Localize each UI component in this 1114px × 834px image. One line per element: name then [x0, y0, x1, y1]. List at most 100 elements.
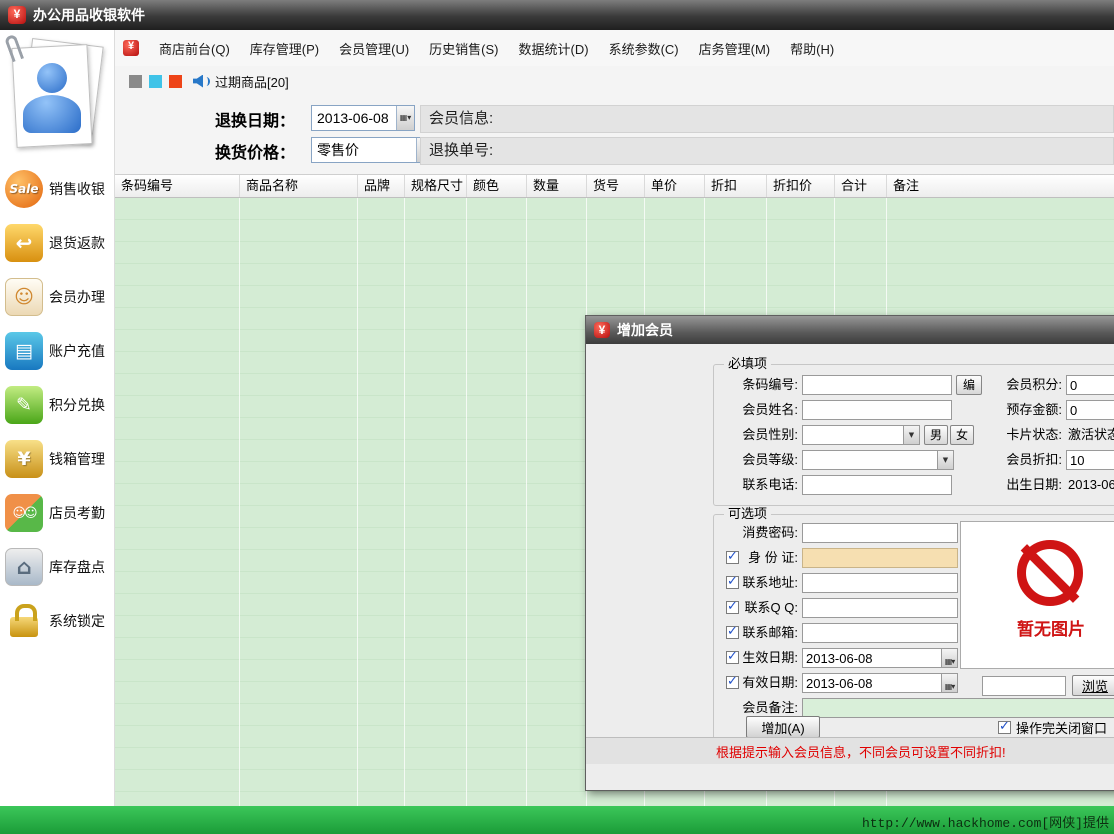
- calendar-dropdown-icon[interactable]: [941, 674, 957, 692]
- sidebar-item-member-registration[interactable]: 会员办理: [0, 270, 114, 324]
- start-date-input[interactable]: [802, 648, 958, 668]
- qq-input[interactable]: [802, 598, 958, 618]
- email-checkbox[interactable]: [726, 626, 739, 639]
- column-header-color: 颜色: [467, 175, 527, 197]
- dialog-titlebar[interactable]: 增加会员: [586, 316, 1114, 344]
- return-date-row: 退换日期： ▦▾ 会员信息:: [115, 104, 1114, 134]
- sidebar-item-staff-attendance[interactable]: 店员考勤: [0, 486, 114, 540]
- end-date-input[interactable]: [802, 673, 958, 693]
- sidebar-item-label: 店员考勤: [49, 503, 105, 523]
- menu-system-params[interactable]: 系统参数(C): [609, 39, 679, 58]
- barcode-input[interactable]: [802, 375, 952, 395]
- edit-button[interactable]: 编: [956, 375, 982, 395]
- chevron-down-icon[interactable]: ▼: [903, 426, 919, 444]
- sidebar-item-sales-checkout[interactable]: 销售收银: [0, 162, 114, 216]
- password-label: 消费密码:: [718, 523, 798, 543]
- speaker-icon: [193, 75, 208, 88]
- id-card-input[interactable]: [802, 548, 958, 568]
- qq-checkbox[interactable]: [726, 601, 739, 614]
- return-date-value[interactable]: [312, 106, 396, 130]
- calendar-dropdown-icon[interactable]: ▦▾: [396, 106, 414, 130]
- sidebar: 销售收银 退货返款 会员办理 账户充值 积分兑换 钱箱管理: [0, 30, 115, 806]
- member-level-combobox[interactable]: ▼: [802, 450, 954, 470]
- sidebar-item-inventory-check[interactable]: 库存盘点: [0, 540, 114, 594]
- menu-inventory[interactable]: 库存管理(P): [250, 39, 319, 58]
- dialog-title: 增加会员: [617, 320, 673, 340]
- app-logo-icon: [594, 322, 610, 338]
- email-input[interactable]: [802, 623, 958, 643]
- return-form: 退换日期： ▦▾ 会员信息: 换货价格： 零售价 ▼ 退换单号:: [115, 96, 1114, 174]
- add-member-button[interactable]: 增加(A): [746, 716, 820, 738]
- image-path-input[interactable]: [982, 676, 1066, 696]
- sidebar-item-cashbox-management[interactable]: 钱箱管理: [0, 432, 114, 486]
- email-label: 联系邮箱:: [740, 623, 798, 643]
- address-checkbox[interactable]: [726, 576, 739, 589]
- close-after-checkbox[interactable]: [998, 721, 1011, 734]
- status-legend-bar: 过期商品[20]: [115, 66, 1114, 96]
- table-column: [115, 198, 240, 806]
- sidebar-item-system-lock[interactable]: 系统锁定: [0, 594, 114, 648]
- menu-statistics[interactable]: 数据统计(D): [519, 39, 589, 58]
- column-header-product-name: 商品名称: [240, 175, 358, 197]
- start-date-checkbox[interactable]: [726, 651, 739, 664]
- birth-date-label: 出生日期:: [986, 475, 1062, 495]
- legend-red-square: [169, 75, 182, 88]
- member-discount-input[interactable]: [1066, 450, 1114, 470]
- female-button[interactable]: 女: [950, 425, 974, 445]
- app-logo-icon: [8, 6, 26, 24]
- calendar-dropdown-icon[interactable]: [941, 649, 957, 667]
- qq-label: 联系Q Q:: [740, 598, 798, 618]
- menu-store-management[interactable]: 店务管理(M): [699, 39, 771, 58]
- lock-icon: [10, 617, 38, 637]
- gender-row: 会员性别: ▼ 男 女 卡片状态: 激活状态: [714, 425, 1114, 445]
- end-date-checkbox[interactable]: [726, 676, 739, 689]
- id-card-label: 身 份 证:: [740, 548, 798, 568]
- male-button[interactable]: 男: [924, 425, 948, 445]
- password-input[interactable]: [802, 523, 958, 543]
- member-level-row: 会员等级: ▼ 会员折扣:: [714, 450, 1114, 470]
- sidebar-item-account-recharge[interactable]: 账户充值: [0, 324, 114, 378]
- member-points-input[interactable]: [1066, 375, 1114, 395]
- dialog-statusbar: 根据提示输入会员信息，不同会员可设置不同折扣!: [586, 737, 1114, 764]
- prestore-amount-input[interactable]: [1066, 400, 1114, 420]
- prestore-amount-label: 预存金额:: [986, 400, 1062, 420]
- sidebar-item-label: 系统锁定: [49, 611, 105, 631]
- menu-member[interactable]: 会员管理(U): [339, 39, 409, 58]
- member-name-input[interactable]: [802, 400, 952, 420]
- sidebar-item-points-exchange[interactable]: 积分兑换: [0, 378, 114, 432]
- menu-help[interactable]: 帮助(H): [790, 39, 834, 58]
- address-input[interactable]: [802, 573, 958, 593]
- sidebar-item-label: 账户充值: [49, 341, 105, 361]
- column-header-discount: 折扣: [705, 175, 767, 197]
- sidebar-item-return-refund[interactable]: 退货返款: [0, 216, 114, 270]
- remark-input[interactable]: [802, 698, 1114, 718]
- exchange-price-combobox[interactable]: 零售价 ▼: [311, 137, 435, 163]
- browse-button[interactable]: 浏览: [1072, 675, 1114, 696]
- column-header-quantity: 数量: [527, 175, 587, 197]
- dialog-status-text: 根据提示输入会员信息，不同会员可设置不同折扣!: [716, 742, 1006, 761]
- member-card-icon: [5, 278, 43, 316]
- person-icon: [23, 95, 81, 133]
- id-card-checkbox[interactable]: [726, 551, 739, 564]
- menu-sales-history[interactable]: 历史销售(S): [429, 39, 498, 58]
- return-date-input[interactable]: ▦▾: [311, 105, 415, 131]
- chevron-down-icon[interactable]: ▼: [937, 451, 953, 469]
- menu-storefront[interactable]: 商店前台(Q): [159, 39, 230, 58]
- table-column: [527, 198, 587, 806]
- titlebar: 办公用品收银软件: [0, 0, 1114, 30]
- sale-badge-icon: [5, 170, 43, 208]
- gender-combobox[interactable]: ▼: [802, 425, 920, 445]
- birth-date-value[interactable]: 2013-06-08: [1068, 475, 1114, 495]
- app-logo-icon: [123, 40, 139, 56]
- close-after-operation-option: 操作完关闭窗口: [998, 718, 1107, 737]
- menubar: 商店前台(Q) 库存管理(P) 会员管理(U) 历史销售(S) 数据统计(D) …: [115, 30, 1114, 66]
- close-after-label: 操作完关闭窗口: [1016, 718, 1107, 737]
- member-photo-placeholder: 暂无图片: [960, 521, 1114, 669]
- sidebar-item-label: 钱箱管理: [49, 449, 105, 469]
- required-fields-group: 必填项 条码编号: 编 会员积分: 会员姓名: 预存金额: 会员性别:: [713, 364, 1114, 506]
- table-column: [405, 198, 467, 806]
- person-icon: [37, 63, 67, 93]
- bottom-statusbar: http://www.hackhome.com[网侠]提供: [0, 806, 1114, 834]
- app-window: 办公用品收银软件 销售收银 退货返款 会员办理: [0, 0, 1114, 834]
- phone-input[interactable]: [802, 475, 952, 495]
